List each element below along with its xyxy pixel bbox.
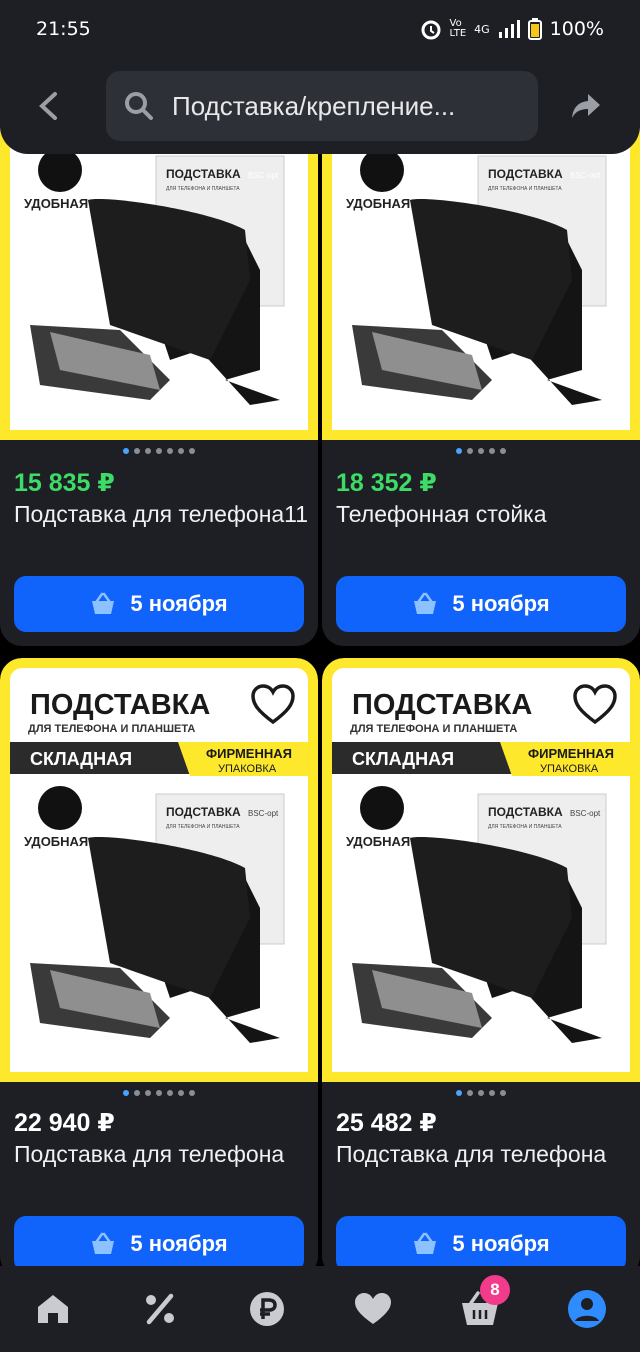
svg-text:ФИРМЕННАЯ: ФИРМЕННАЯ	[206, 746, 292, 761]
product-card[interactable]: УДОБНАЯ ПОДСТАВКА BSC-opt ДЛЯ ТЕЛЕФОНА И…	[322, 100, 640, 646]
nav-discounts[interactable]	[130, 1279, 190, 1339]
image-pager[interactable]	[0, 448, 318, 454]
image-pager[interactable]	[0, 1090, 318, 1096]
svg-text:BSC-opt: BSC-opt	[570, 171, 601, 180]
share-icon	[572, 94, 600, 118]
nav-home[interactable]	[23, 1279, 83, 1339]
product-price: 22 940 ₽	[14, 1109, 115, 1137]
home-icon	[38, 1295, 69, 1323]
svg-text:ПОДСТАВКА: ПОДСТАВКА	[30, 689, 210, 721]
search-query: Подставка/крепление...	[172, 90, 456, 121]
search-input[interactable]: Подставка/крепление...	[106, 71, 538, 141]
image-pager[interactable]	[322, 1090, 640, 1096]
arrow-left-icon	[39, 92, 57, 120]
favorite-icon[interactable]	[250, 682, 296, 728]
product-card[interactable]: ПОДСТАВКА ДЛЯ ТЕЛЕФОНА И ПЛАНШЕТА СКЛАДН…	[322, 658, 640, 1278]
product-card[interactable]: УДОБНАЯ ПОДСТАВКА BSC-opt ДЛЯ ТЕЛЕФОНА И…	[0, 100, 318, 646]
svg-text:ПОДСТАВКА: ПОДСТАВКА	[488, 805, 563, 819]
product-price: 18 352 ₽	[336, 469, 437, 497]
basket-icon	[92, 592, 115, 614]
heart-icon	[355, 1293, 392, 1324]
product-grid: УДОБНАЯ ПОДСТАВКА BSC-opt ДЛЯ ТЕЛЕФОНА И…	[0, 0, 640, 1352]
add-to-cart-button[interactable]: 5 ноября	[14, 1216, 304, 1272]
nav-profile[interactable]	[557, 1279, 617, 1339]
svg-text:УДОБНАЯ: УДОБНАЯ	[346, 834, 410, 849]
svg-text:ПОДСТАВКА: ПОДСТАВКА	[166, 167, 241, 181]
percent-icon	[145, 1293, 174, 1325]
svg-text:СКЛАДНАЯ: СКЛАДНАЯ	[30, 749, 132, 769]
product-title[interactable]: Подставка для телефона	[336, 1138, 631, 1170]
delivery-date: 5 ноября	[130, 591, 228, 616]
svg-text:УДОБНАЯ: УДОБНАЯ	[24, 834, 88, 849]
product-card[interactable]: ПОДСТАВКА ДЛЯ ТЕЛЕФОНА И ПЛАНШЕТА СКЛАДН…	[0, 658, 318, 1278]
svg-text:ДЛЯ ТЕЛЕФОНА И ПЛАНШЕТА: ДЛЯ ТЕЛЕФОНА И ПЛАНШЕТА	[166, 824, 240, 830]
add-to-cart-button[interactable]: 5 ноября	[14, 576, 304, 632]
svg-text:УДОБНАЯ: УДОБНАЯ	[24, 196, 88, 211]
product-title[interactable]: Телефонная стойка	[336, 498, 631, 530]
ruble-icon	[249, 1292, 284, 1326]
product-photo: ПОДСТАВКА ДЛЯ ТЕЛЕФОНА И ПЛАНШЕТА СКЛАДН…	[10, 689, 308, 1043]
search-icon	[125, 92, 153, 120]
delivery-date: 5 ноября	[130, 1231, 228, 1256]
svg-text:BSC-opt: BSC-opt	[248, 171, 279, 180]
favorite-icon[interactable]	[572, 682, 618, 728]
nav-cart[interactable]: 8	[450, 1275, 510, 1339]
svg-text:BSC-opt: BSC-opt	[570, 809, 601, 818]
svg-text:ДЛЯ ТЕЛЕФОНА И ПЛАНШЕТА: ДЛЯ ТЕЛЕФОНА И ПЛАНШЕТА	[488, 186, 562, 192]
basket-icon	[414, 592, 437, 614]
delivery-date: 5 ноября	[452, 1231, 550, 1256]
product-title[interactable]: Подставка для телефона	[14, 1138, 309, 1170]
share-button[interactable]	[558, 76, 614, 136]
add-to-cart-button[interactable]: 5 ноября	[336, 1216, 626, 1272]
back-button[interactable]	[18, 76, 78, 136]
delivery-date: 5 ноября	[452, 591, 550, 616]
product-image[interactable]: ПОДСТАВКА ДЛЯ ТЕЛЕФОНА И ПЛАНШЕТА СКЛАДН…	[0, 658, 318, 1082]
image-pager[interactable]	[322, 448, 640, 454]
svg-text:ПОДСТАВКА: ПОДСТАВКА	[166, 805, 241, 819]
product-title[interactable]: Подставка для телефона11	[14, 498, 309, 530]
nav-payments[interactable]	[237, 1279, 297, 1339]
basket-icon	[92, 1232, 115, 1254]
svg-text:УДОБНАЯ: УДОБНАЯ	[346, 196, 410, 211]
svg-text:BSC-opt: BSC-opt	[248, 809, 279, 818]
svg-text:УПАКОВКА: УПАКОВКА	[218, 763, 277, 775]
svg-text:ФИРМЕННАЯ: ФИРМЕННАЯ	[528, 746, 614, 761]
svg-text:ДЛЯ ТЕЛЕФОНА И ПЛАНШЕТА: ДЛЯ ТЕЛЕФОНА И ПЛАНШЕТА	[166, 186, 240, 192]
svg-text:ПОДСТАВКА: ПОДСТАВКА	[352, 689, 532, 721]
svg-text:ДЛЯ ТЕЛЕФОНА И ПЛАНШЕТА: ДЛЯ ТЕЛЕФОНА И ПЛАНШЕТА	[28, 723, 195, 735]
basket-icon	[414, 1232, 437, 1254]
nav-favorites[interactable]	[343, 1279, 403, 1339]
search-header: Подставка/крепление...	[0, 58, 640, 154]
svg-text:ДЛЯ ТЕЛЕФОНА И ПЛАНШЕТА: ДЛЯ ТЕЛЕФОНА И ПЛАНШЕТА	[350, 723, 517, 735]
svg-text:УПАКОВКА: УПАКОВКА	[540, 763, 599, 775]
svg-text:ДЛЯ ТЕЛЕФОНА И ПЛАНШЕТА: ДЛЯ ТЕЛЕФОНА И ПЛАНШЕТА	[488, 824, 562, 830]
product-photo: ПОДСТАВКА ДЛЯ ТЕЛЕФОНА И ПЛАНШЕТА СКЛАДН…	[332, 689, 630, 1043]
product-price: 25 482 ₽	[336, 1109, 437, 1137]
product-image[interactable]: ПОДСТАВКА ДЛЯ ТЕЛЕФОНА И ПЛАНШЕТА СКЛАДН…	[322, 658, 640, 1082]
profile-icon	[567, 1290, 606, 1328]
svg-text:СКЛАДНАЯ: СКЛАДНАЯ	[352, 749, 454, 769]
cart-badge: 8	[479, 1275, 510, 1305]
add-to-cart-button[interactable]: 5 ноября	[336, 576, 626, 632]
product-price: 15 835 ₽	[14, 469, 115, 497]
bottom-nav: 8	[0, 1266, 640, 1352]
svg-text:ПОДСТАВКА: ПОДСТАВКА	[488, 167, 563, 181]
